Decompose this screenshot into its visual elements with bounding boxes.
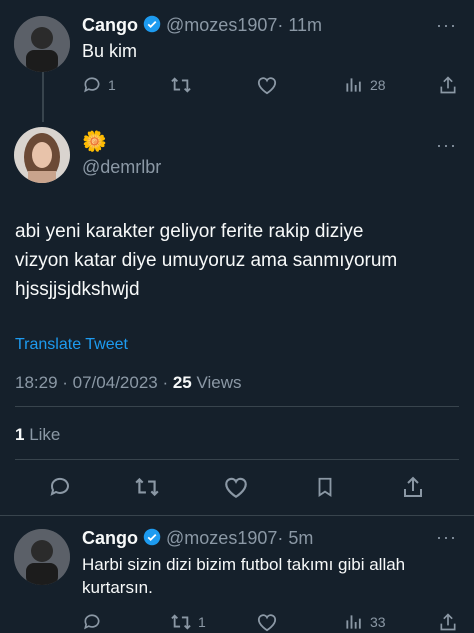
tweet-text-line: Harbi sizin dizi bizim futbol takımı gib… [82,555,406,574]
avatar[interactable] [14,127,70,183]
translate-link[interactable]: Translate Tweet [15,336,128,354]
like-button[interactable] [256,75,278,95]
reply-count: 1 [108,77,116,93]
retweet-button[interactable] [170,75,192,95]
tweet-text: Harbi sizin dizi bizim futbol takımı gib… [82,553,467,599]
retweet-button[interactable]: 1 [170,612,206,632]
verified-icon [143,528,161,551]
author-name[interactable]: 🌼 [82,130,107,154]
heart-icon [257,614,277,632]
tweet-header: Cango @mozes1907· 11m [82,14,322,38]
bookmark-icon [318,477,332,497]
divider [0,515,474,516]
divider [15,459,459,460]
reply-icon [84,614,100,630]
tweet-text-line: vizyon katar diye umuyoruz ama sanmıyoru… [15,250,398,271]
share-icon [440,613,456,631]
reply-icon [84,77,100,93]
tweet-header: Cango @mozes1907· 5m [82,527,313,551]
share-icon [404,476,422,497]
thread-line [42,72,44,122]
author-handle[interactable]: @mozes1907 [166,528,277,548]
views-count: 33 [370,614,386,630]
timestamp[interactable]: 18:29 · 07/04/2023 · [15,373,173,392]
retweet-count: 1 [198,614,206,630]
tweet-text-line: kurtarsın. [82,578,153,597]
views-label: Views [191,373,242,392]
avatar-image [14,127,70,183]
tweet-text-line: abi yeni karakter geliyor ferite rakip d… [15,221,364,242]
retweet-button[interactable] [134,475,160,499]
views-icon [346,615,361,629]
verified-icon [143,15,161,38]
share-button[interactable] [438,74,458,96]
tweet-meta: 18:29 · 07/04/2023 · 25 Views [15,373,242,393]
avatar-image [14,16,70,72]
heart-icon [225,477,247,499]
views-count[interactable]: 25 [173,373,192,392]
likes-label: Like [24,425,61,444]
retweet-icon [135,477,159,497]
author-handle[interactable]: @mozes1907 [166,15,277,35]
retweet-icon [171,77,191,93]
like-button[interactable] [223,475,249,499]
retweet-icon [171,614,191,630]
reply-button[interactable]: 1 [82,75,116,95]
author-name[interactable]: Cango [82,15,138,35]
reply-button[interactable] [82,612,102,632]
reply-button[interactable] [48,475,72,499]
views-icon [346,78,361,92]
author-name[interactable]: Cango [82,528,138,548]
more-icon[interactable]: ··· [436,16,457,34]
more-icon[interactable]: ··· [436,528,457,546]
bookmark-button[interactable] [314,475,336,499]
like-button[interactable] [256,612,278,632]
views-button[interactable]: 28 [344,75,386,95]
share-icon [440,76,456,94]
share-button[interactable] [401,474,425,500]
author-handle[interactable]: @demrlbr [82,156,161,178]
views-button[interactable]: 33 [344,612,386,632]
views-count: 28 [370,77,386,93]
tweet-text-line: hjssjjsjdkshwjd [15,279,140,300]
tweet-text: abi yeni karakter geliyor ferite rakip d… [15,217,465,304]
more-icon[interactable]: ··· [436,136,457,154]
tweet-text: Bu kim [82,41,138,61]
divider [15,406,459,407]
avatar[interactable] [14,16,70,72]
tweet-time[interactable]: · 11m [277,15,322,35]
share-button[interactable] [438,611,458,633]
likes-stat[interactable]: 1 Like [15,425,60,445]
reply-icon [50,477,69,496]
avatar[interactable] [14,529,70,585]
tweet-time[interactable]: · 5m [277,528,313,548]
avatar-image [14,529,70,585]
heart-icon [257,77,277,95]
